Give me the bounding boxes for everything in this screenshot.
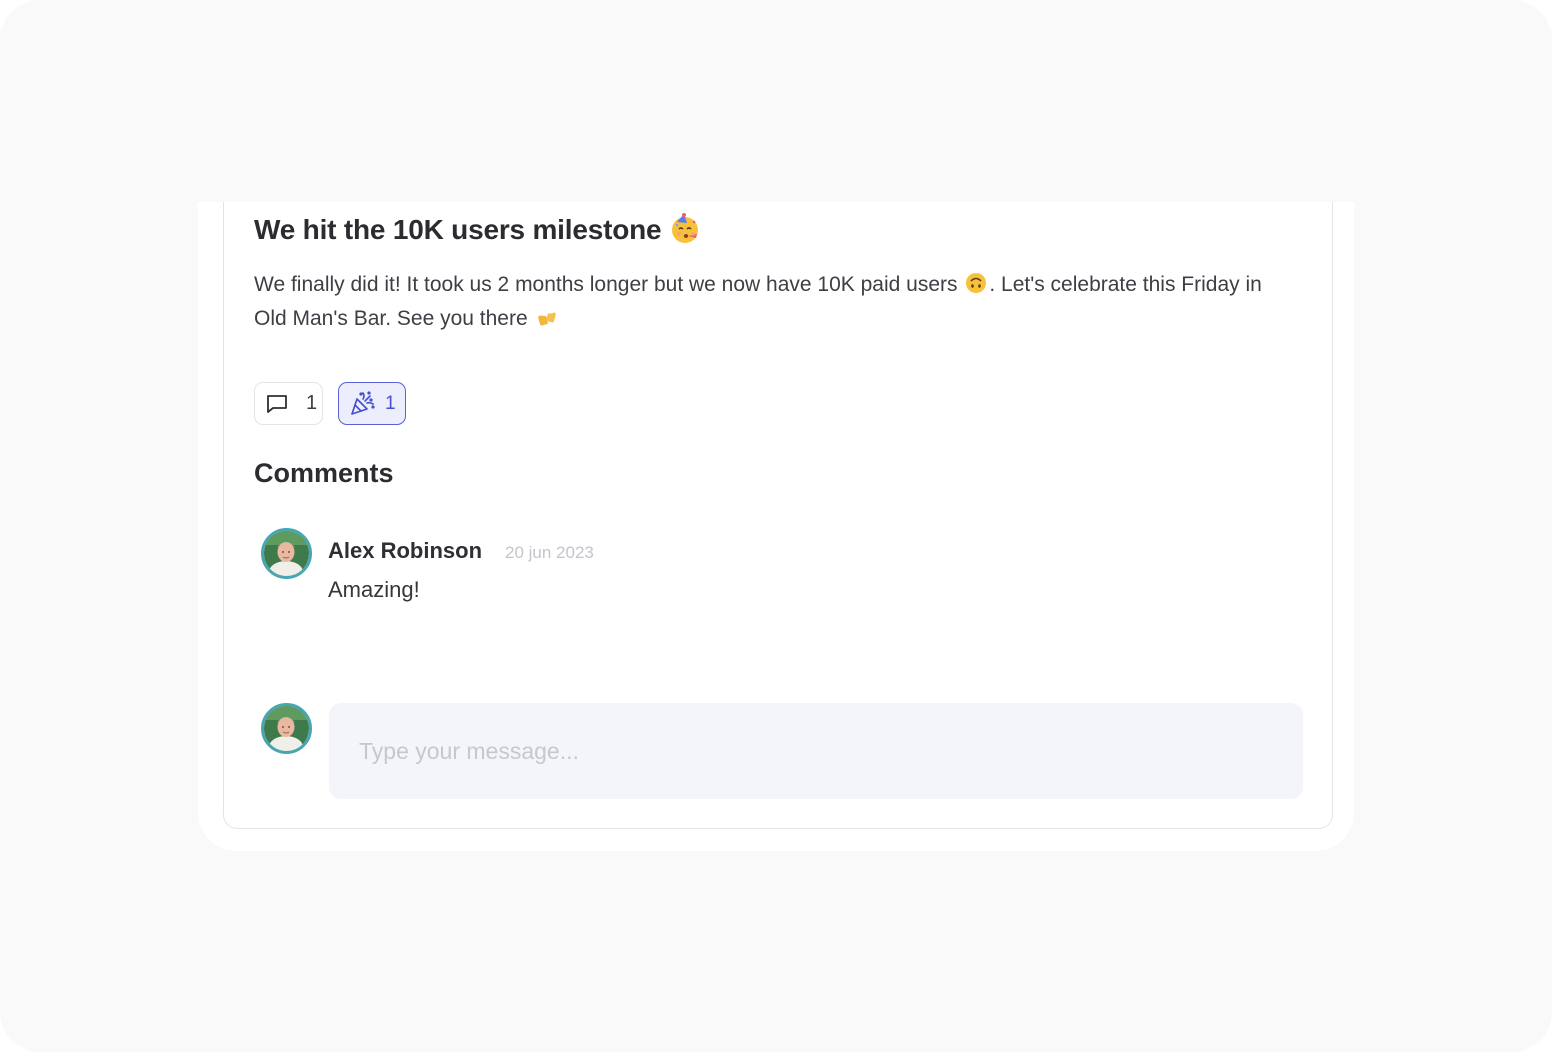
- post-title: We hit the 10K users milestone: [254, 212, 701, 246]
- comments-count: 1: [306, 392, 318, 414]
- post-title-text: We hit the 10K users milestone: [254, 214, 662, 245]
- comments-count-button[interactable]: 1: [254, 382, 323, 425]
- party-reaction-count: 1: [385, 392, 396, 414]
- page-background: We hit the 10K users milestone We finall…: [0, 0, 1552, 1052]
- post-body-text-1: We finally did it! It took us 2 months l…: [254, 273, 964, 296]
- upside-down-face-emoji: [966, 273, 987, 294]
- party-reaction-button[interactable]: 1: [338, 382, 406, 425]
- comment-author[interactable]: Alex Robinson: [328, 538, 482, 564]
- message-input[interactable]: [329, 703, 1303, 799]
- post-card: We hit the 10K users milestone We finall…: [223, 202, 1333, 829]
- comments-heading: Comments: [254, 458, 394, 488]
- current-user-avatar[interactable]: [261, 703, 312, 754]
- post-body: We finally did it! It took us 2 months l…: [254, 268, 1294, 336]
- beer-mugs-emoji: [537, 309, 556, 326]
- party-popper-icon: [351, 390, 375, 415]
- post-card-frame: We hit the 10K users milestone We finall…: [198, 202, 1354, 851]
- partying-face-emoji: [672, 212, 699, 243]
- comment-date: 20 jun 2023: [505, 543, 594, 562]
- comment-icon: [267, 394, 287, 413]
- comment-text: Amazing!: [328, 577, 420, 602]
- avatar[interactable]: [261, 528, 312, 579]
